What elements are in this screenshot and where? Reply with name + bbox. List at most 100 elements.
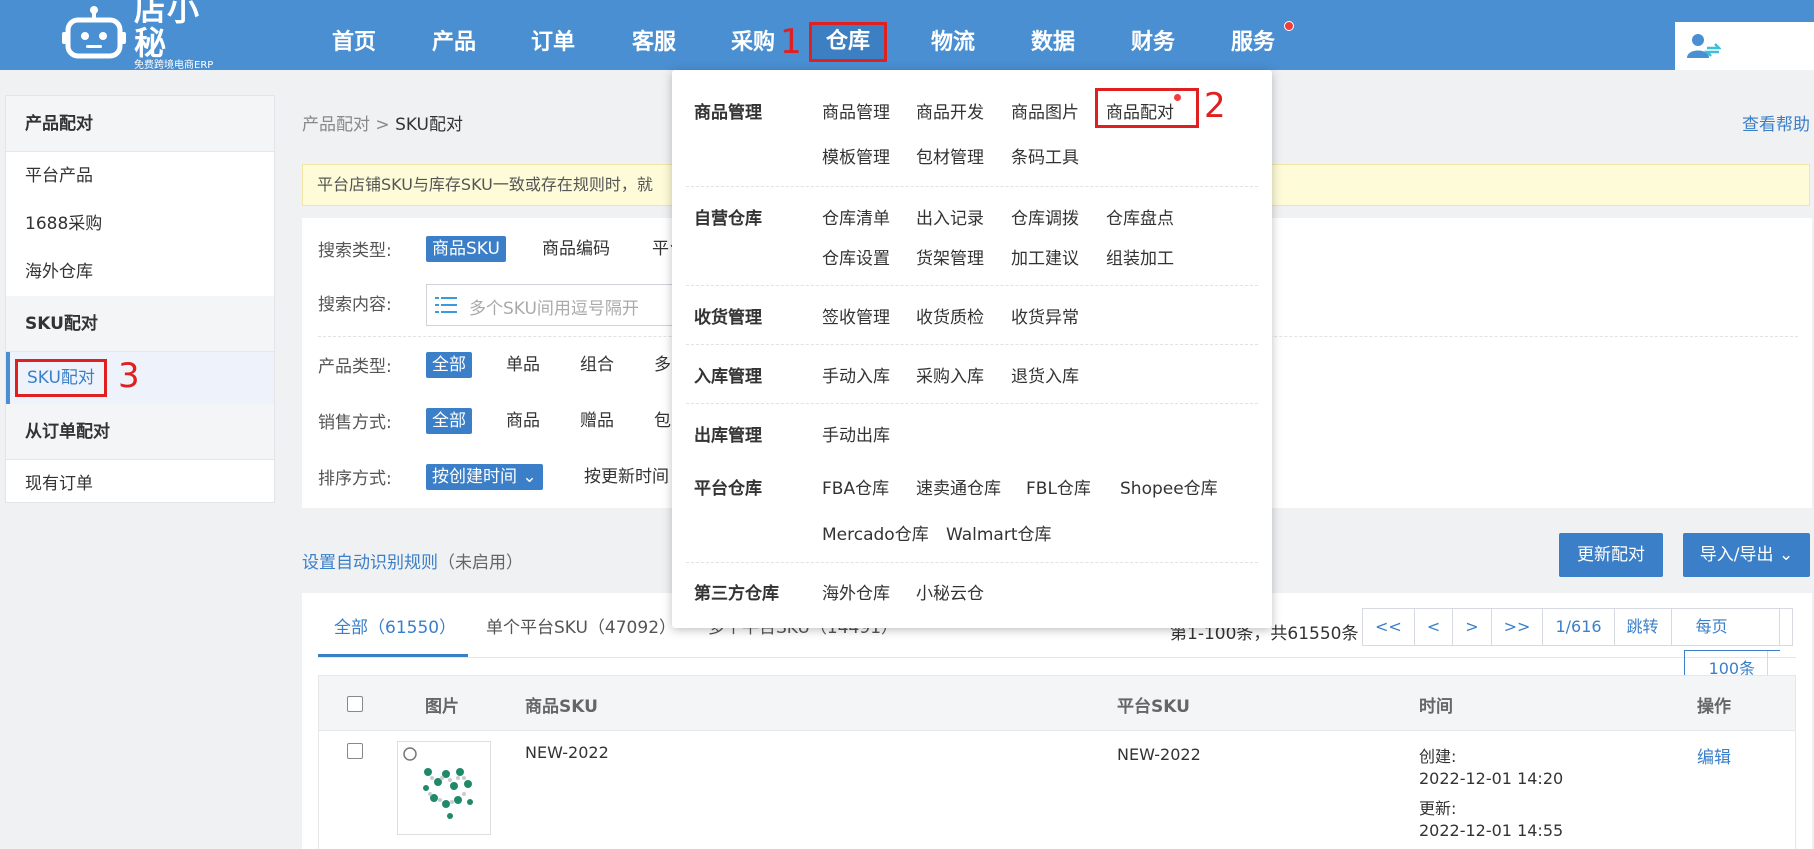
menu-item-return-inbound[interactable]: 退货入库 [1011, 362, 1079, 387]
pager-last-button[interactable]: >> [1492, 609, 1544, 645]
pager-jump-button[interactable]: 跳转 [1615, 609, 1672, 645]
menu-item-product-images[interactable]: 商品图片 [1011, 98, 1079, 123]
logo[interactable]: 店小秘 免费跨境电商ERP [62, 0, 232, 71]
annotation-3: 3 [118, 356, 140, 396]
menu-item-receipt-mgmt[interactable]: 签收管理 [822, 303, 890, 328]
menu-item-product-pairing[interactable]: 商品配对 [1106, 98, 1174, 123]
product-type-multi[interactable]: 多 [654, 352, 671, 378]
sort-by-created-label: 按创建时间 [432, 467, 517, 487]
menu-item-overseas-warehouse[interactable]: 海外仓库 [822, 579, 890, 604]
product-image[interactable] [397, 741, 491, 835]
sidebar-group-order-pairing: 从订单配对 [6, 404, 274, 460]
menu-item-product-dev[interactable]: 商品开发 [916, 98, 984, 123]
pager-next-button[interactable]: > [1453, 609, 1492, 645]
nav-logistics[interactable]: 物流 [931, 26, 975, 62]
search-input[interactable]: 多个SKU间用逗号隔开 [426, 284, 686, 326]
tab-single-platform-sku[interactable]: 单个平台SKU（47092） [486, 613, 676, 638]
nav-orders[interactable]: 订单 [531, 26, 575, 62]
menu-section-third-party-warehouse: 第三方仓库 [694, 584, 779, 604]
sidebar-item-overseas-warehouse[interactable]: 海外仓库 [6, 248, 274, 296]
pager: << < > >> 1/616 跳转 每页 100条 ⌄ [1362, 608, 1794, 714]
menu-item-aliexpress-warehouse[interactable]: 速卖通仓库 [916, 474, 1001, 499]
nav-service[interactable]: 服务 [1231, 26, 1275, 62]
row-checkbox[interactable] [347, 743, 363, 759]
menu-section-receiving: 收货管理 [694, 308, 762, 328]
auto-rule-link[interactable]: 设置自动识别规则 [302, 553, 438, 573]
breadcrumb-separator: > [370, 115, 396, 135]
menu-item-walmart-warehouse[interactable]: Walmart仓库 [946, 520, 1052, 545]
nav-products[interactable]: 产品 [432, 26, 476, 62]
pager-perpage-label: 每页 100条 ⌄ [1672, 609, 1793, 714]
menu-item-in-out-records[interactable]: 出入记录 [916, 204, 984, 229]
pager-page-indicator[interactable]: 1/616 [1543, 609, 1615, 645]
select-all-checkbox[interactable] [347, 696, 363, 712]
menu-item-manual-inbound[interactable]: 手动入库 [822, 362, 890, 387]
menu-item-xiaomi-cloud-warehouse[interactable]: 小秘云仓 [916, 579, 984, 604]
menu-item-fbl-warehouse[interactable]: FBL仓库 [1026, 474, 1091, 499]
header-actions: 操作 [1697, 697, 1731, 717]
product-type-all[interactable]: 全部 [426, 352, 472, 378]
sidebar-group-product-pairing: 产品配对 [6, 96, 274, 152]
robot-logo-icon [62, 4, 126, 60]
header-product-sku: 商品SKU [525, 697, 598, 717]
user-menu[interactable] [1675, 22, 1814, 70]
menu-item-manual-outbound[interactable]: 手动出库 [822, 421, 890, 446]
product-type-combo[interactable]: 组合 [580, 352, 614, 378]
menu-item-assembly[interactable]: 组装加工 [1106, 244, 1174, 269]
breadcrumb-parent[interactable]: 产品配对 [302, 115, 370, 135]
menu-item-warehouse-list[interactable]: 仓库清单 [822, 204, 890, 229]
sidebar-item-platform-products[interactable]: 平台产品 [6, 152, 274, 200]
jewelry-thumbnail-icon [403, 747, 473, 819]
row-edit-link[interactable]: 编辑 [1697, 743, 1731, 768]
sidebar-item-existing-orders[interactable]: 现有订单 [6, 460, 274, 508]
menu-item-warehouse-stocktake[interactable]: 仓库盘点 [1106, 204, 1174, 229]
sort-by-updated[interactable]: 按更新时间 [584, 464, 669, 490]
menu-item-purchase-inbound[interactable]: 采购入库 [916, 362, 984, 387]
auto-rule-state: （未启用） [438, 553, 523, 573]
menu-item-warehouse-settings[interactable]: 仓库设置 [822, 244, 890, 269]
nav-data[interactable]: 数据 [1031, 26, 1075, 62]
menu-item-product-mgmt[interactable]: 商品管理 [822, 98, 890, 123]
menu-item-processing-advice[interactable]: 加工建议 [1011, 244, 1079, 269]
row-updated-time: 2022-12-01 14:55 [1419, 821, 1564, 840]
tab-all[interactable]: 全部（61550） [334, 613, 456, 638]
nav-purchase[interactable]: 采购 [731, 26, 775, 62]
menu-item-shelf-mgmt[interactable]: 货架管理 [916, 244, 984, 269]
help-link[interactable]: 查看帮助 [1742, 110, 1810, 135]
search-type-code[interactable]: 商品编码 [542, 236, 610, 262]
sale-mode-all[interactable]: 全部 [426, 408, 472, 434]
pager-first-button[interactable]: << [1363, 609, 1415, 645]
nav-finance[interactable]: 财务 [1131, 26, 1175, 62]
import-export-button[interactable]: 导入/导出 ⌄ [1683, 533, 1810, 577]
breadcrumb: 产品配对 > SKU配对 [302, 110, 463, 135]
menu-item-template-mgmt[interactable]: 模板管理 [822, 143, 890, 168]
update-pairing-button[interactable]: 更新配对 [1559, 533, 1663, 577]
menu-item-shopee-warehouse[interactable]: Shopee仓库 [1120, 474, 1218, 499]
sidebar-item-1688-purchase[interactable]: 1688采购 [6, 200, 274, 248]
pager-prev-button[interactable]: < [1415, 609, 1454, 645]
row-updated-label: 更新: [1419, 799, 1457, 818]
menu-item-barcode-tool[interactable]: 条码工具 [1011, 143, 1079, 168]
menu-item-warehouse-transfer[interactable]: 仓库调拨 [1011, 204, 1079, 229]
chevron-down-icon: ⌄ [522, 467, 537, 487]
sort-by-created[interactable]: 按创建时间 ⌄ [426, 464, 543, 490]
search-type-sku[interactable]: 商品SKU [426, 236, 506, 262]
sale-mode-gift[interactable]: 赠品 [580, 408, 614, 434]
sale-mode-goods[interactable]: 商品 [506, 408, 540, 434]
sidebar: 产品配对 平台产品 1688采购 海外仓库 SKU配对 SKU配对 3 从订单配… [5, 95, 275, 503]
sort-label: 排序方式: [318, 469, 392, 489]
top-nav-bar: 店小秘 免费跨境电商ERP 首页 产品 订单 客服 采购 1 仓库 物流 数据 … [0, 0, 1814, 71]
menu-item-receiving-qc[interactable]: 收货质检 [916, 303, 984, 328]
product-type-single[interactable]: 单品 [506, 352, 540, 378]
nav-customer-service[interactable]: 客服 [632, 26, 676, 62]
divider [318, 657, 1796, 658]
sidebar-item-sku-pairing[interactable]: SKU配对 3 [6, 352, 274, 404]
menu-item-packaging-mgmt[interactable]: 包材管理 [916, 143, 984, 168]
sale-mode-pack[interactable]: 包 [654, 408, 671, 434]
menu-item-receiving-exception[interactable]: 收货异常 [1011, 303, 1079, 328]
menu-item-mercado-warehouse[interactable]: Mercado仓库 [822, 520, 929, 545]
menu-item-fba-warehouse[interactable]: FBA仓库 [822, 474, 889, 499]
warehouse-dropdown-menu: 商品管理 商品管理 商品开发 商品图片 商品配对 2 模板管理 包材管理 条码工… [672, 70, 1272, 628]
nav-home[interactable]: 首页 [332, 26, 376, 62]
nav-warehouse[interactable]: 仓库 [809, 22, 888, 62]
